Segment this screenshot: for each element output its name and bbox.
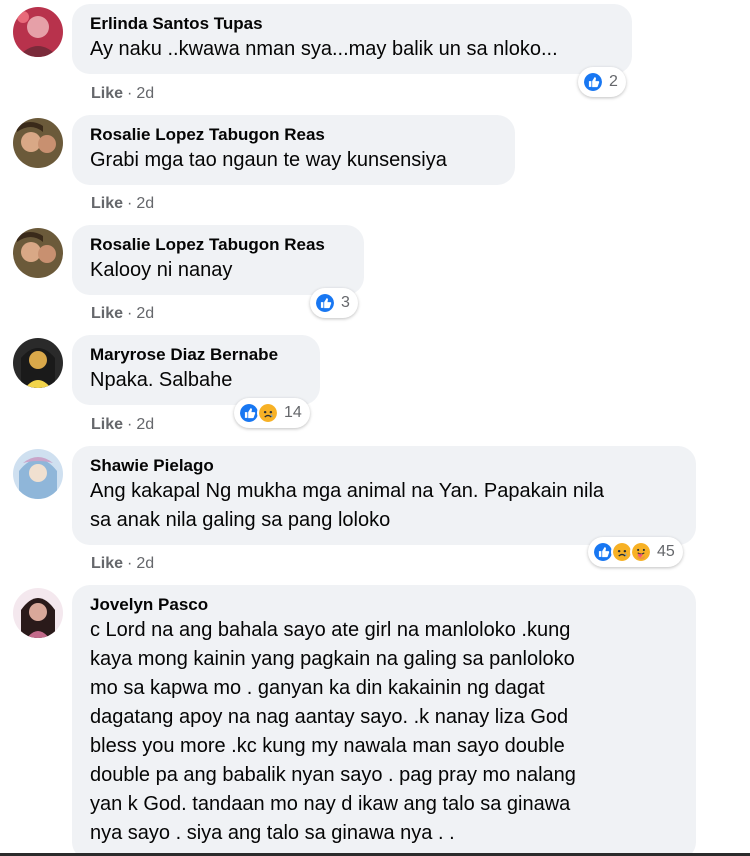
comment-meta: Like · 2d [91, 85, 155, 102]
comment-text: c Lord na ang bahala sayo ate girl na ma… [90, 619, 576, 844]
comment-text: Grabi mga tao ngaun te way kunsensiya [90, 149, 447, 171]
reaction-summary[interactable]: 3 [310, 288, 358, 318]
reaction-count: 14 [284, 404, 302, 421]
comment-bubble: Jovelyn Pasco c Lord na ang bahala sayo … [72, 585, 696, 856]
comment-timestamp[interactable]: 2d [136, 555, 154, 572]
avatar[interactable] [13, 228, 63, 278]
comment-author[interactable]: Shawie Pielago [90, 455, 678, 477]
comment-author[interactable]: Maryrose Diaz Bernabe [90, 344, 302, 366]
avatar[interactable] [13, 588, 63, 638]
comment-author[interactable]: Rosalie Lopez Tabugon Reas [90, 234, 346, 256]
comment-meta: Like · 2d [91, 195, 155, 212]
avatar[interactable] [13, 338, 63, 388]
comment-text: Npaka. Salbahe [90, 369, 233, 391]
comment-timestamp[interactable]: 2d [136, 416, 154, 433]
comment-meta: Like · 2d [91, 555, 155, 572]
comment-text: Ang kakapal Ng mukha mga animal na Yan. … [90, 480, 605, 531]
comment-meta: Like · 2d [91, 416, 155, 433]
like-button[interactable]: Like [91, 85, 123, 102]
comment-timestamp[interactable]: 2d [136, 85, 154, 102]
comment-bubble: Erlinda Santos Tupas Ay naku ..kwawa nma… [72, 4, 632, 74]
like-icon [582, 71, 604, 93]
comment-text: Ay naku ..kwawa nman sya...may balik un … [90, 38, 558, 60]
comment-timestamp[interactable]: 2d [136, 305, 154, 322]
comment-timestamp[interactable]: 2d [136, 195, 154, 212]
comment-thread: Erlinda Santos Tupas Ay naku ..kwawa nma… [0, 0, 750, 856]
like-button[interactable]: Like [91, 305, 123, 322]
avatar[interactable] [13, 118, 63, 168]
like-button[interactable]: Like [91, 416, 123, 433]
comment-bubble: Maryrose Diaz Bernabe Npaka. Salbahe [72, 335, 320, 405]
reaction-summary[interactable]: 45 [588, 537, 683, 567]
like-button[interactable]: Like [91, 555, 123, 572]
reaction-count: 3 [341, 294, 350, 311]
reaction-count: 2 [609, 73, 618, 90]
comment-author[interactable]: Rosalie Lopez Tabugon Reas [90, 124, 497, 146]
comment-meta: Like · 2d [91, 305, 155, 322]
sad-icon [257, 402, 279, 424]
comment-bubble: Rosalie Lopez Tabugon Reas Kalooy ni nan… [72, 225, 364, 295]
reaction-summary[interactable]: 2 [578, 67, 626, 97]
care-icon [630, 541, 652, 563]
reaction-count: 45 [657, 543, 675, 560]
avatar[interactable] [13, 449, 63, 499]
comment-author[interactable]: Jovelyn Pasco [90, 594, 678, 616]
reaction-summary[interactable]: 14 [234, 398, 310, 428]
like-button[interactable]: Like [91, 195, 123, 212]
comment-bubble: Rosalie Lopez Tabugon Reas Grabi mga tao… [72, 115, 515, 185]
like-icon [314, 292, 336, 314]
comment-text: Kalooy ni nanay [90, 259, 233, 281]
comment-author[interactable]: Erlinda Santos Tupas [90, 13, 614, 35]
comment-bubble: Shawie Pielago Ang kakapal Ng mukha mga … [72, 446, 696, 545]
avatar[interactable] [13, 7, 63, 57]
